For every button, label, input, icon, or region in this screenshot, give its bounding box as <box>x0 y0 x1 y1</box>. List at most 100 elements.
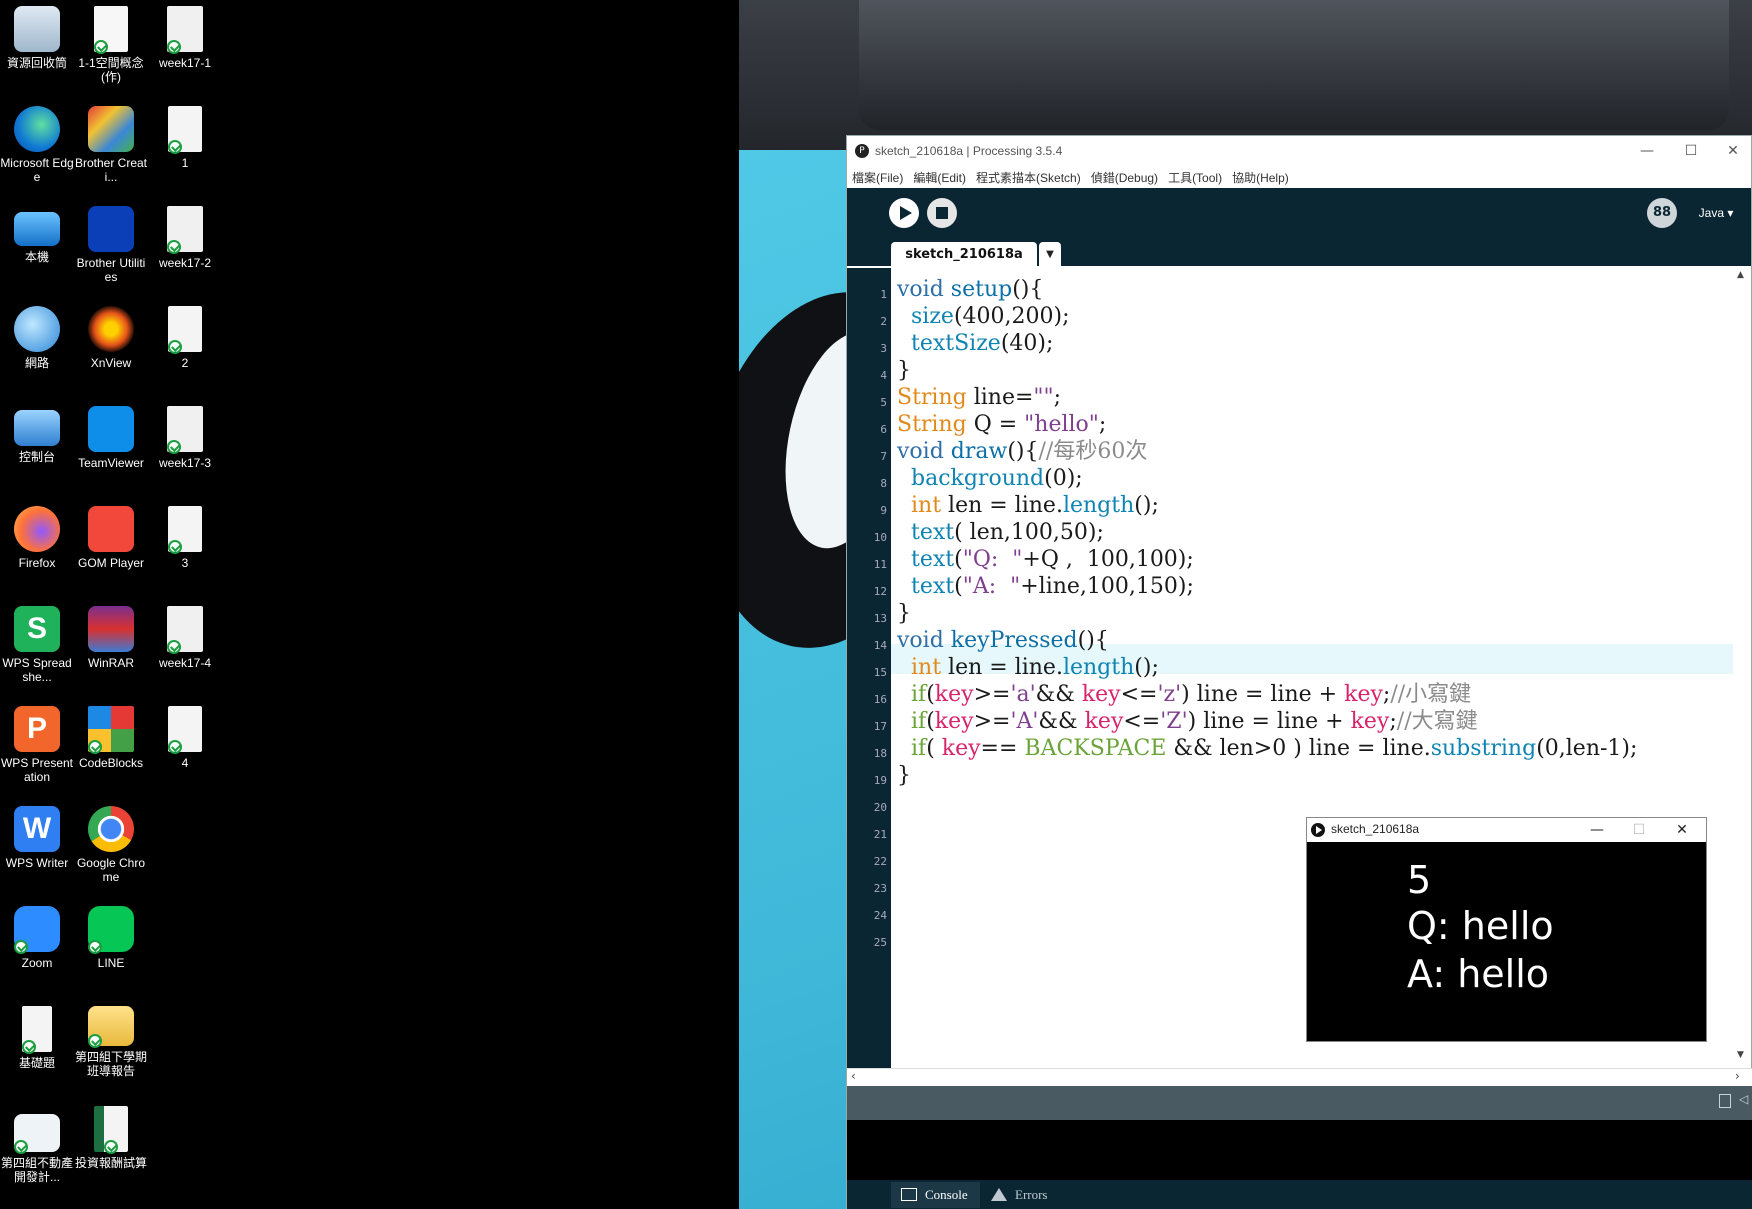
message-bar: ◁ <box>847 1086 1752 1120</box>
line-number: 12 <box>873 585 887 598</box>
desktop-icon-week17-4[interactable]: week17-4 <box>148 606 222 670</box>
menu-tool[interactable]: 工具(Tool) <box>1163 166 1227 186</box>
stop-button[interactable] <box>927 198 957 228</box>
sketch-title-bar[interactable]: sketch_210618a — ☐ ✕ <box>1307 818 1706 842</box>
desktop-icon-spatial-concept[interactable]: 1-1空間概念(作) <box>74 6 148 84</box>
line-number: 21 <box>873 828 887 841</box>
line-number: 5 <box>880 396 887 409</box>
menu-sketch[interactable]: 程式素描本(Sketch) <box>971 166 1086 186</box>
console-area[interactable] <box>847 1120 1752 1180</box>
tab-menu-button[interactable]: ▼ <box>1039 242 1061 268</box>
desktop-icon-brother-utilities[interactable]: Brother Utilities <box>74 206 148 284</box>
desktop-icon-winrar[interactable]: WinRAR <box>74 606 148 670</box>
desktop-icon-week17-3[interactable]: week17-3 <box>148 406 222 470</box>
desktop-icon-control-panel[interactable]: 控制台 <box>0 406 74 464</box>
desktop-icon-wps-writer[interactable]: W WPS Writer <box>0 806 74 870</box>
line-number: 16 <box>873 693 887 706</box>
desktop-icon-4[interactable]: 4 <box>148 706 222 770</box>
menu-edit[interactable]: 編輯(Edit) <box>908 166 971 186</box>
codeblocks-icon <box>88 706 134 754</box>
title-bar[interactable]: P sketch_210618a | Processing 3.5.4 — ☐ … <box>847 136 1751 166</box>
desktop-icon-week17-1[interactable]: week17-1 <box>148 6 222 70</box>
line-icon <box>88 906 134 954</box>
code-line-15: int len = line.length(); <box>911 655 1159 680</box>
code-line-7: void draw(){//每秒60次 <box>897 439 1148 464</box>
wps-spreadsheet-icon: S <box>14 606 60 652</box>
line-number: 2 <box>880 315 887 328</box>
desktop-icon-real-estate-plan[interactable]: 第四組不動產開發計... <box>0 1114 74 1184</box>
desktop-icon-codeblocks[interactable]: CodeBlocks <box>74 706 148 770</box>
desktop-icon-line[interactable]: LINE <box>74 906 148 970</box>
desktop-icon-edge[interactable]: Microsoft Edge <box>0 106 74 184</box>
desktop-icon-1[interactable]: 1 <box>148 106 222 170</box>
desktop-icon-wps-spreadsheet[interactable]: S WPS Spreadshe... <box>0 606 74 684</box>
clipboard-icon[interactable] <box>1719 1094 1731 1108</box>
menu-debug[interactable]: 偵錯(Debug) <box>1086 166 1163 186</box>
code-line-11: text("Q: "+Q , 100,100); <box>911 547 1194 572</box>
desktop-icon-xnview[interactable]: XnView <box>74 306 148 370</box>
sketch-minimize-button[interactable]: — <box>1577 819 1617 841</box>
code-line-13: } <box>897 601 911 626</box>
scroll-up-icon[interactable]: ▲ <box>1737 270 1744 280</box>
sketch-close-button[interactable]: ✕ <box>1662 819 1702 841</box>
desktop-icon-wps-presentation[interactable]: P WPS Presentation <box>0 706 74 784</box>
desktop-icon-brother-creative[interactable]: Brother Creati... <box>74 106 148 184</box>
desktop-icon-week17-2[interactable]: week17-2 <box>148 206 222 270</box>
desktop-icon-zoom[interactable]: Zoom <box>0 906 74 970</box>
scroll-left-icon[interactable]: ‹ <box>851 1069 856 1083</box>
debugger-icon[interactable]: 88 <box>1647 198 1677 228</box>
run-button[interactable] <box>889 198 919 228</box>
mode-select[interactable]: Java ▾ <box>1687 198 1745 228</box>
horizontal-scrollbar[interactable]: ‹ › <box>847 1068 1752 1086</box>
code-line-18: if( key== BACKSPACE && len>0 ) line = li… <box>911 736 1638 761</box>
sync-check-icon <box>167 240 181 254</box>
desktop-icon-network[interactable]: 網路 <box>0 306 74 370</box>
menu-file[interactable]: 檔案(File) <box>847 166 908 186</box>
desktop-icon-chrome[interactable]: Google Chrome <box>74 806 148 884</box>
scroll-down-icon[interactable]: ▼ <box>1737 1050 1744 1060</box>
brother-utilities-icon <box>88 206 134 252</box>
firefox-icon <box>14 506 60 552</box>
desktop-icon-gom-player[interactable]: GOM Player <box>74 506 148 570</box>
desktop: 資源回收筒 Microsoft Edge 本機 網路 控制台 Firefox S… <box>0 0 739 1209</box>
sync-check-icon <box>14 940 28 954</box>
menu-help[interactable]: 協助(Help) <box>1227 166 1294 186</box>
desktop-icon-roi-calc[interactable]: 投資報酬試算 <box>74 1106 148 1170</box>
network-icon <box>14 306 60 352</box>
sync-check-icon <box>22 1040 36 1054</box>
line-number: 24 <box>873 909 887 922</box>
close-button[interactable]: ✕ <box>1713 140 1752 162</box>
warning-icon <box>991 1188 1007 1201</box>
folder-icon <box>88 1006 134 1048</box>
code-line-8: background(0); <box>911 466 1083 491</box>
line-number: 25 <box>873 936 887 949</box>
desktop-icon-teamviewer[interactable]: TeamViewer <box>74 406 148 470</box>
line-number: 11 <box>873 558 887 571</box>
tab-sketch[interactable]: sketch_210618a <box>891 242 1037 268</box>
sketch-maximize-button[interactable]: ☐ <box>1619 819 1659 841</box>
wallpaper-pipe <box>859 0 1729 130</box>
desktop-icon-3[interactable]: 3 <box>148 506 222 570</box>
maximize-button[interactable]: ☐ <box>1671 140 1711 162</box>
minimize-button[interactable]: — <box>1627 140 1667 162</box>
desktop-icon-firefox[interactable]: Firefox <box>0 506 74 570</box>
collapse-icon[interactable]: ◁ <box>1739 1092 1748 1106</box>
sync-check-icon <box>168 140 182 154</box>
tab-errors[interactable]: Errors <box>981 1182 1060 1208</box>
desktop-icon-this-pc[interactable]: 本機 <box>0 206 74 264</box>
vertical-scrollbar[interactable]: ▲ ▼ <box>1733 268 1751 1068</box>
tab-console[interactable]: Console <box>891 1182 980 1208</box>
tab-errors-label: Errors <box>1015 1187 1048 1202</box>
sync-check-icon <box>167 440 181 454</box>
edge-icon <box>14 106 60 152</box>
sync-check-icon <box>167 640 181 654</box>
sync-check-icon <box>88 1034 102 1048</box>
recycle-bin-icon <box>14 6 60 52</box>
document-icon <box>168 306 202 354</box>
desktop-icon-group4-report[interactable]: 第四組下學期班導報告 <box>74 1006 148 1078</box>
desktop-icon-basic[interactable]: 基礎題 <box>0 1006 74 1070</box>
sync-check-icon <box>168 540 182 554</box>
scroll-right-icon[interactable]: › <box>1735 1069 1740 1083</box>
desktop-icon-recycle-bin[interactable]: 資源回收筒 <box>0 6 74 70</box>
desktop-icon-2[interactable]: 2 <box>148 306 222 370</box>
